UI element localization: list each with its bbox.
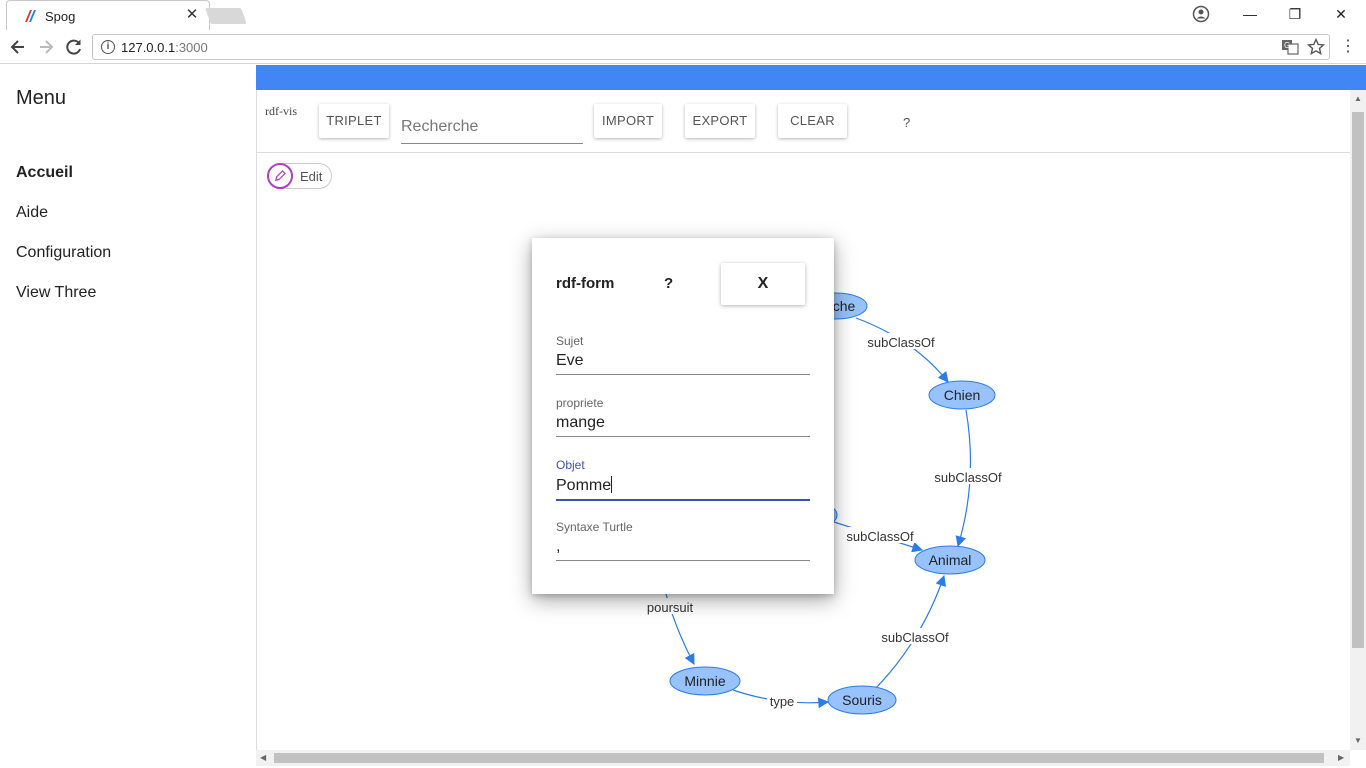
horizontal-scrollbar[interactable]: ◀ ▶: [256, 750, 1350, 766]
horizontal-scroll-thumb[interactable]: [274, 753, 1324, 763]
objet-value: Pomme: [556, 477, 612, 494]
objet-label: Objet: [556, 458, 585, 472]
edge-label: subClassOf: [934, 470, 1002, 485]
dialog-title: rdf-form: [556, 275, 615, 292]
sujet-label: Sujet: [556, 334, 584, 348]
rdf-form-dialog: rdf-form ? X Sujet Eve propriete mange O…: [532, 238, 834, 594]
node-label: Souris: [842, 692, 882, 708]
propriete-label: propriete: [556, 396, 604, 410]
edge-label: subClassOf: [846, 529, 914, 544]
node-label: Chien: [944, 387, 981, 403]
vertical-scroll-thumb[interactable]: [1352, 112, 1364, 648]
node-label: Minnie: [684, 673, 725, 689]
edge-label: subClassOf: [881, 630, 949, 645]
graph-edge: [855, 317, 949, 383]
scroll-up-icon[interactable]: ▲: [1354, 94, 1362, 103]
sujet-field[interactable]: Eve: [556, 352, 810, 375]
scroll-down-icon[interactable]: ▼: [1354, 736, 1362, 745]
scroll-left-icon[interactable]: ◀: [260, 753, 266, 762]
edge-label: subClassOf: [867, 335, 935, 350]
dialog-help-button[interactable]: ?: [664, 275, 673, 292]
propriete-field[interactable]: mange: [556, 414, 810, 437]
edge-label: type: [770, 694, 795, 709]
node-label: che: [833, 298, 856, 314]
turtle-syntax-field[interactable]: ,: [556, 538, 810, 561]
vertical-scrollbar[interactable]: ▲ ▼: [1350, 90, 1366, 750]
scroll-right-icon[interactable]: ▶: [1338, 753, 1344, 762]
edge-label: poursuit: [647, 600, 694, 615]
turtle-syntax-label: Syntaxe Turtle: [556, 520, 633, 534]
dialog-close-button[interactable]: X: [721, 263, 805, 305]
objet-field[interactable]: Pomme: [556, 476, 810, 501]
node-label: Animal: [929, 552, 972, 568]
text-caret: [611, 476, 613, 493]
